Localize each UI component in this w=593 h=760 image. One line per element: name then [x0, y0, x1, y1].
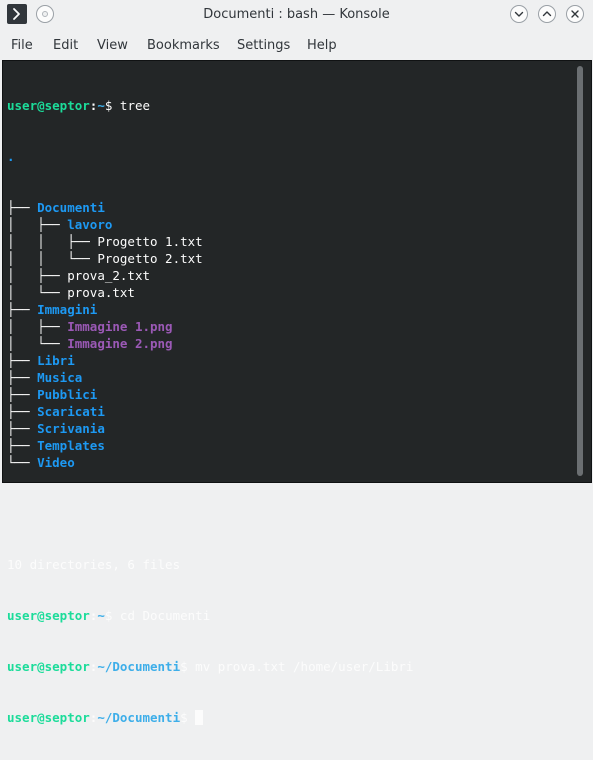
tree-branch: ├──: [7, 438, 38, 453]
menu-edit[interactable]: Edit: [53, 38, 78, 54]
text-cursor: [195, 710, 204, 725]
terminal-scrollbar[interactable]: [577, 66, 583, 476]
window-bottom-edge: [0, 483, 593, 487]
tree-entry: │ └── Immagine 2.png: [7, 335, 573, 352]
minimize-icon[interactable]: [510, 5, 528, 23]
prompt-user-host: user@septor: [7, 608, 90, 623]
prompt-colon: :: [89, 608, 98, 623]
prompt-path: ~/Documenti: [97, 659, 181, 674]
command-text: tree: [112, 98, 151, 113]
tree-entry: │ │ └── Progetto 2.txt: [7, 250, 573, 267]
tree-entry: ├── Libri: [7, 352, 573, 369]
prompt-dollar: $: [104, 608, 113, 623]
menu-settings[interactable]: Settings: [237, 38, 290, 54]
prompt-path: ~/Documenti: [97, 710, 181, 725]
tree-entry: ├── Scrivania: [7, 420, 573, 437]
tree-entry: │ ├── Immagine 1.png: [7, 318, 573, 335]
command-text: mv prova.txt /home/user/Libri: [187, 659, 414, 674]
prompt-dollar: $: [180, 659, 188, 674]
tree-branch: ├──: [7, 302, 38, 317]
tree-entry: ├── Immagini: [7, 301, 573, 318]
terminal-output: user@septor:~$ tree . ├── Documenti │ ├──…: [7, 63, 573, 760]
menu-bookmarks[interactable]: Bookmarks: [147, 38, 220, 54]
tree-file-name: Progetto 1.txt: [97, 234, 203, 249]
prompt-line-4: user@septor:~/Documenti$: [7, 709, 573, 726]
menu-bar: File Edit View Bookmarks Settings Help: [0, 30, 593, 60]
prompt-user-host: user@septor: [7, 659, 90, 674]
window-title: Documenti : bash — Konsole: [203, 7, 390, 22]
maximize-icon[interactable]: [538, 5, 556, 23]
prompt-colon: :: [89, 659, 98, 674]
tree-branch: │ ├──: [7, 268, 68, 283]
tree-file-name: Immagine 2.png: [67, 336, 173, 351]
close-icon[interactable]: [566, 5, 584, 23]
tree-file-name: Progetto 2.txt: [97, 251, 203, 266]
tree-listing: ├── Documenti │ ├── lavoro │ │ ├── Progett…: [7, 199, 573, 471]
tree-directory-name: lavoro: [67, 217, 113, 232]
tree-summary: 10 directories, 6 files: [7, 556, 573, 573]
tree-branch: │ ├──: [7, 217, 68, 232]
menu-view[interactable]: View: [97, 38, 128, 54]
title-bar[interactable]: Documenti : bash — Konsole: [0, 0, 593, 30]
tree-branch: │ │ ├──: [7, 234, 98, 249]
tree-file-name: prova.txt: [67, 285, 135, 300]
tree-directory-name: Scrivania: [37, 421, 105, 436]
tree-entry: │ ├── prova_2.txt: [7, 267, 573, 284]
prompt-colon: :: [89, 710, 98, 725]
tree-entry: │ │ ├── Progetto 1.txt: [7, 233, 573, 250]
tree-branch: │ │ └──: [7, 251, 98, 266]
menu-file[interactable]: File: [11, 38, 33, 54]
tree-branch: │ └──: [7, 285, 68, 300]
tree-entry: ├── Musica: [7, 369, 573, 386]
tree-entry: │ └── prova.txt: [7, 284, 573, 301]
tree-branch: │ └──: [7, 336, 68, 351]
tree-entry: │ ├── lavoro: [7, 216, 573, 233]
tree-file-name: Immagine 1.png: [67, 319, 173, 334]
tree-directory-name: Documenti: [37, 200, 105, 215]
pin-icon[interactable]: [36, 5, 54, 23]
tree-directory-name: Scaricati: [37, 404, 105, 419]
prompt-line-3: user@septor:~/Documenti$ mv prova.txt /h…: [7, 658, 573, 675]
konsole-window: Documenti : bash — Konsole File Edit Vie…: [0, 0, 593, 725]
konsole-icon[interactable]: [7, 4, 27, 24]
command-text: cd Documenti: [112, 608, 211, 623]
prompt-dollar: $: [180, 710, 188, 725]
tree-root: .: [7, 148, 573, 165]
tree-branch: ├──: [7, 200, 38, 215]
tree-entry: ├── Pubblici: [7, 386, 573, 403]
tree-directory-name: Video: [37, 455, 75, 470]
tree-directory-name: Libri: [37, 353, 75, 368]
tree-branch: ├──: [7, 353, 38, 368]
tree-entry: └── Video: [7, 454, 573, 471]
tree-branch: ├──: [7, 404, 38, 419]
prompt-line-1: user@septor:~$ tree: [7, 97, 573, 114]
prompt-path: ~: [97, 608, 105, 623]
tree-entry: ├── Documenti: [7, 199, 573, 216]
tree-file-name: prova_2.txt: [67, 268, 151, 283]
prompt-user-host: user@septor: [7, 98, 90, 113]
tree-branch: └──: [7, 455, 38, 470]
tree-branch: ├──: [7, 421, 38, 436]
tree-branch: ├──: [7, 387, 38, 402]
tree-branch: ├──: [7, 370, 38, 385]
command-text: [188, 710, 196, 725]
menu-help[interactable]: Help: [307, 38, 337, 54]
tree-branch: │ ├──: [7, 319, 68, 334]
prompt-line-2: user@septor:~$ cd Documenti: [7, 607, 573, 624]
tree-directory-name: Templates: [37, 438, 105, 453]
tree-directory-name: Musica: [37, 370, 83, 385]
tree-entry: ├── Templates: [7, 437, 573, 454]
tree-directory-name: Pubblici: [37, 387, 98, 402]
terminal-view[interactable]: user@septor:~$ tree . ├── Documenti │ ├──…: [2, 60, 592, 725]
tree-entry: ├── Scaricati: [7, 403, 573, 420]
tree-root-dot: .: [7, 149, 15, 164]
summary-text: 10 directories, 6 files: [7, 557, 181, 572]
prompt-user-host: user@septor: [7, 710, 90, 725]
tree-directory-name: Immagini: [37, 302, 98, 317]
prompt-path: ~: [97, 98, 105, 113]
